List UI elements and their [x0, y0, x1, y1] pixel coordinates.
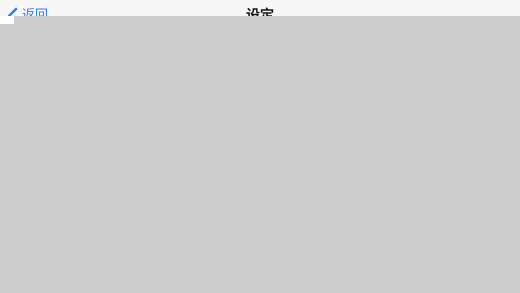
overlay-corner-handle	[0, 16, 14, 24]
modal-overlay[interactable]	[0, 16, 520, 293]
